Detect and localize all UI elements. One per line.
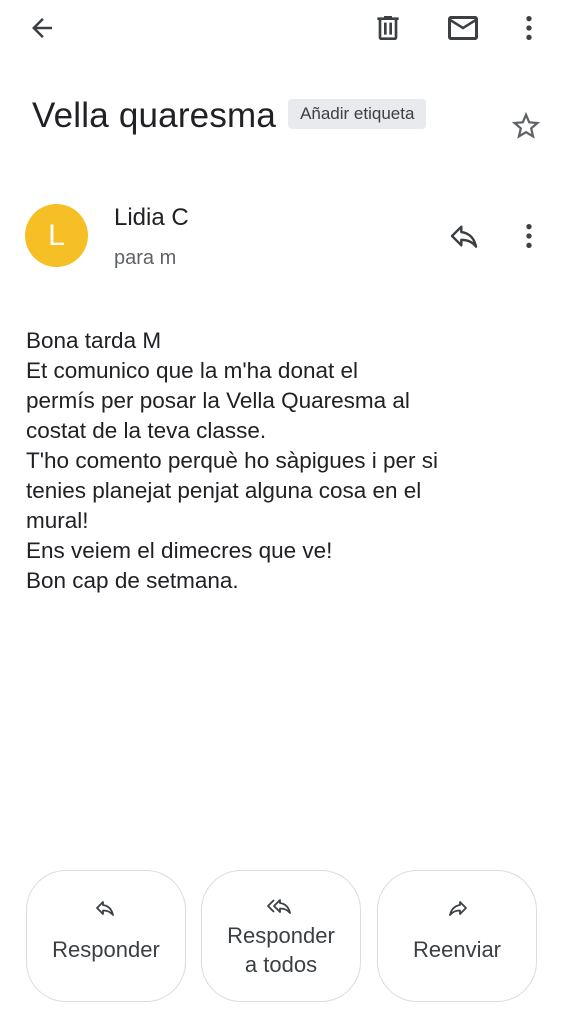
body-line: mural! bbox=[26, 508, 89, 533]
body-line: Ens veiem el dimecres que ve! bbox=[26, 538, 333, 563]
body-line: Bon cap de setmana. bbox=[26, 568, 239, 593]
message-more-button[interactable] bbox=[507, 214, 551, 258]
body-line: Bona tarda M bbox=[26, 328, 162, 353]
reply-all-button[interactable]: Responder a todos bbox=[201, 870, 361, 1002]
reply-all-label-line2: a todos bbox=[244, 952, 318, 977]
sender-avatar[interactable]: L bbox=[25, 204, 88, 267]
mail-icon bbox=[448, 16, 478, 40]
email-view: Vella quaresma Añadir etiqueta L Lidia C… bbox=[0, 0, 564, 1024]
reply-button[interactable]: Responder bbox=[26, 870, 186, 1002]
back-button[interactable] bbox=[20, 6, 64, 50]
subject-row: Vella quaresma Añadir etiqueta bbox=[32, 92, 427, 140]
more-vert-icon bbox=[526, 224, 532, 248]
body-line: Et comunico que la m'ha donat el bbox=[26, 358, 358, 383]
reply-all-label-line1: Responder bbox=[227, 923, 335, 948]
delete-button[interactable] bbox=[366, 6, 410, 50]
reply-icon bbox=[96, 901, 114, 916]
email-subject: Vella quaresma bbox=[32, 96, 277, 135]
more-vert-icon bbox=[526, 16, 532, 40]
forward-label: Reenviar bbox=[412, 937, 502, 962]
recipients-summary[interactable]: para m bbox=[114, 244, 176, 272]
mark-unread-button[interactable] bbox=[441, 6, 485, 50]
forward-icon bbox=[449, 901, 467, 916]
reply-label: Responder bbox=[52, 937, 160, 962]
body-line: permís per posar la Vella Quaresma al bbox=[26, 388, 410, 413]
trash-icon bbox=[377, 16, 399, 40]
more-options-button[interactable] bbox=[507, 6, 551, 50]
body-line: tenies planejat penjat alguna cosa en el bbox=[26, 478, 422, 503]
add-label-chip[interactable]: Añadir etiqueta bbox=[288, 99, 427, 129]
arrow-back-icon bbox=[32, 18, 52, 38]
reply-all-icon bbox=[267, 899, 291, 914]
reply-all-label: Responder a todos bbox=[227, 921, 335, 979]
reply-icon bbox=[450, 225, 478, 248]
body-line: costat de la teva classe. bbox=[26, 418, 267, 443]
email-body: Bona tarda M Et comunico que la m'ha don… bbox=[26, 326, 546, 596]
reply-icon-button[interactable] bbox=[442, 214, 486, 258]
star-button[interactable] bbox=[504, 104, 548, 148]
star-outline-icon bbox=[511, 111, 541, 139]
sender-name[interactable]: Lidia C bbox=[114, 202, 189, 234]
forward-button[interactable]: Reenviar bbox=[377, 870, 537, 1002]
body-line: T'ho comento perquè ho sàpigues i per si bbox=[26, 448, 439, 473]
